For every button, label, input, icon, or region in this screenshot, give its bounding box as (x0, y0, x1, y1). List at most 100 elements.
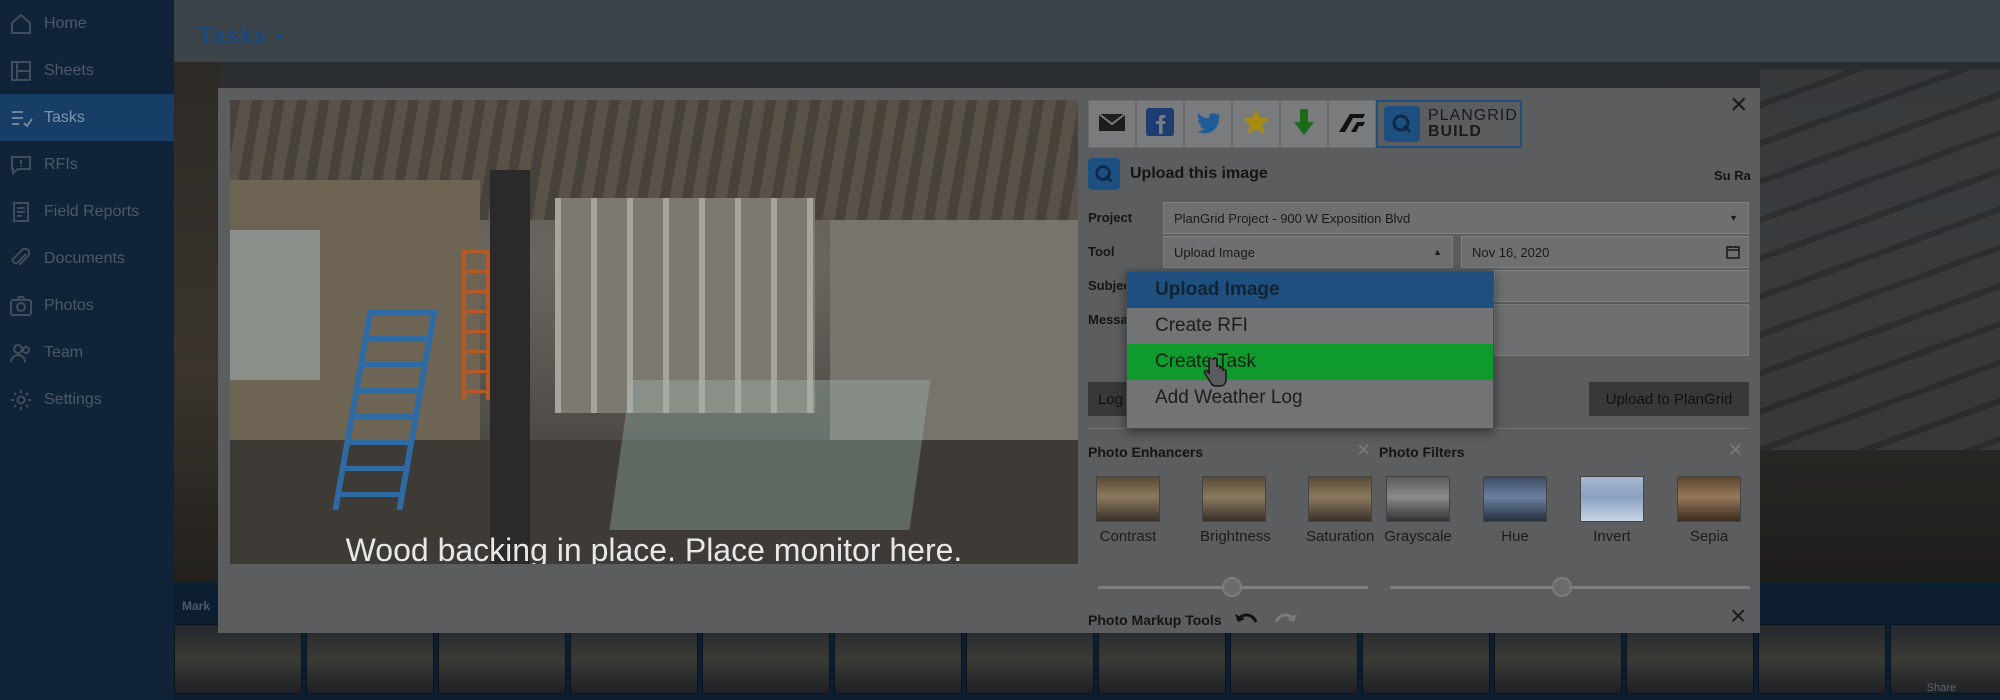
filter-thumbnail (1677, 476, 1741, 522)
sidebar-item-tasks[interactable]: Tasks (0, 94, 174, 141)
thumbnail[interactable] (1098, 624, 1226, 694)
sidebar-item-rfis[interactable]: RFIs (0, 141, 174, 188)
message-textarea[interactable] (1494, 304, 1749, 356)
dropdown-option-create-rfi[interactable]: Create RFI (1127, 308, 1493, 344)
project-label: Project (1088, 210, 1133, 225)
dropdown-option-create-task[interactable]: Create Task (1127, 344, 1493, 380)
dropdown-option-upload-image[interactable]: Upload Image (1127, 272, 1493, 308)
plangrid-logo-icon (1088, 158, 1120, 190)
filter-label: Grayscale (1384, 528, 1452, 545)
filter-slider-handle[interactable] (1552, 577, 1572, 597)
thumbnail[interactable] (1230, 624, 1358, 694)
calendar-icon[interactable] (1726, 245, 1740, 262)
thumbnail[interactable] (1494, 624, 1622, 694)
sidebar-item-photos[interactable]: Photos (0, 282, 174, 329)
build-label: BUILD (1428, 123, 1482, 140)
sidebar-item-documents[interactable]: Documents (0, 235, 174, 282)
photo-filters-title: Photo Filters (1379, 444, 1465, 460)
subject-label: Subjec (1088, 278, 1131, 293)
date-field[interactable]: Nov 16, 2020 (1461, 236, 1749, 268)
undo-icon[interactable] (1234, 610, 1260, 630)
thumbnail[interactable] (570, 624, 698, 694)
twitter-share-button[interactable] (1184, 100, 1232, 148)
download-button[interactable] (1280, 100, 1328, 148)
page-title[interactable]: Tasks ▼ (198, 22, 285, 51)
markers-label: Mark (182, 599, 211, 613)
tool-select[interactable]: Upload Image ▲ (1163, 236, 1453, 268)
thumbnail[interactable] (306, 624, 434, 694)
thumbnail[interactable] (1626, 624, 1754, 694)
photo-orange-ladder (462, 250, 490, 400)
redo-icon[interactable] (1272, 610, 1298, 630)
twitter-icon (1192, 106, 1224, 143)
rfi-icon (8, 152, 34, 178)
thumbnail[interactable] (834, 624, 962, 694)
sidebar-item-label: Home (44, 14, 87, 32)
thumbnail[interactable] (966, 624, 1094, 694)
autodesk-share-button[interactable] (1328, 100, 1376, 148)
close-enhancers-icon[interactable]: ✕ (1356, 440, 1371, 461)
share-label[interactable]: Share (1927, 682, 1956, 694)
enhancer-slider-handle[interactable] (1222, 577, 1242, 597)
tasks-icon (8, 105, 34, 131)
enhancer-label: Contrast (1099, 528, 1157, 545)
camera-icon (8, 293, 34, 319)
upload-title: Upload this image (1130, 165, 1268, 182)
user-initials[interactable]: Su Ra (1714, 168, 1751, 183)
enhancer-thumbnail (1202, 476, 1266, 522)
sidebar-item-field-reports[interactable]: Field Reports (0, 188, 174, 235)
sidebar-item-settings[interactable]: Settings (0, 376, 174, 423)
enhancer-thumbnail (1096, 476, 1160, 522)
sidebar-item-sheets[interactable]: Sheets (0, 47, 174, 94)
log-button[interactable]: Log (1088, 382, 1128, 416)
sidebar-item-team[interactable]: Team (0, 329, 174, 376)
photo-caption: Wood backing in place. Place monitor her… (345, 532, 963, 564)
subject-input[interactable] (1494, 270, 1749, 302)
invert-filter[interactable]: Invert (1578, 476, 1646, 545)
sidebar-item-home[interactable]: Home (0, 0, 174, 47)
enhancer-label: Brightness (1200, 528, 1271, 545)
project-value: PlanGrid Project - 900 W Exposition Blvd (1174, 210, 1411, 226)
grayscale-filter[interactable]: Grayscale (1384, 476, 1452, 545)
markup-tools: Photo Markup Tools (1088, 610, 1298, 630)
tool-label: Tool (1088, 244, 1115, 259)
sepia-filter[interactable]: Sepia (1675, 476, 1743, 545)
gear-icon (8, 387, 34, 413)
close-markup-icon[interactable]: × (1730, 602, 1746, 630)
dropdown-option-add-weather-log[interactable]: Add Weather Log (1127, 380, 1493, 416)
email-share-button[interactable] (1088, 100, 1136, 148)
filter-label: Hue (1501, 528, 1529, 545)
sidebar-item-label: Field Reports (44, 202, 140, 220)
thumbnail[interactable] (1362, 624, 1490, 694)
thumbnail[interactable] (702, 624, 830, 694)
project-select[interactable]: PlanGrid Project - 900 W Exposition Blvd… (1163, 202, 1749, 234)
thumbnail[interactable] (1758, 624, 1886, 694)
sidebar-item-label: Settings (44, 390, 102, 408)
home-icon (8, 11, 34, 37)
close-icon[interactable]: × (1730, 90, 1748, 120)
thumbnail[interactable] (438, 624, 566, 694)
tool-value: Upload Image (1174, 244, 1255, 260)
field-reports-icon (8, 199, 34, 225)
contrast-enhancer[interactable]: Contrast (1094, 476, 1162, 545)
favorite-button[interactable] (1232, 100, 1280, 148)
date-value: Nov 16, 2020 (1472, 244, 1550, 260)
upload-header: Upload this image (1088, 158, 1268, 190)
upload-to-plangrid-button[interactable]: Upload to PlanGrid (1589, 382, 1749, 416)
autodesk-icon (1336, 106, 1368, 143)
close-filters-icon[interactable]: ✕ (1728, 440, 1743, 461)
facebook-share-button[interactable] (1136, 100, 1184, 148)
plangrid-build-button[interactable]: PLANGRID BUILD (1376, 100, 1522, 148)
tool-dropdown-menu: Upload Image Create RFI Create Task Add … (1126, 271, 1494, 429)
download-icon (1288, 106, 1320, 143)
facebook-icon (1144, 106, 1176, 143)
saturation-enhancer[interactable]: Saturation (1306, 476, 1374, 545)
sidebar-item-label: Team (44, 343, 84, 361)
caret-down-icon: ▼ (273, 30, 285, 45)
sheets-icon (8, 58, 34, 84)
hue-filter[interactable]: Hue (1481, 476, 1549, 545)
brightness-enhancer[interactable]: Brightness (1200, 476, 1271, 545)
thumbnail[interactable] (174, 624, 302, 694)
plangrid-label: PLANGRID (1428, 107, 1518, 124)
share-modal: Wood backing in place. Place monitor her… (218, 88, 1760, 633)
